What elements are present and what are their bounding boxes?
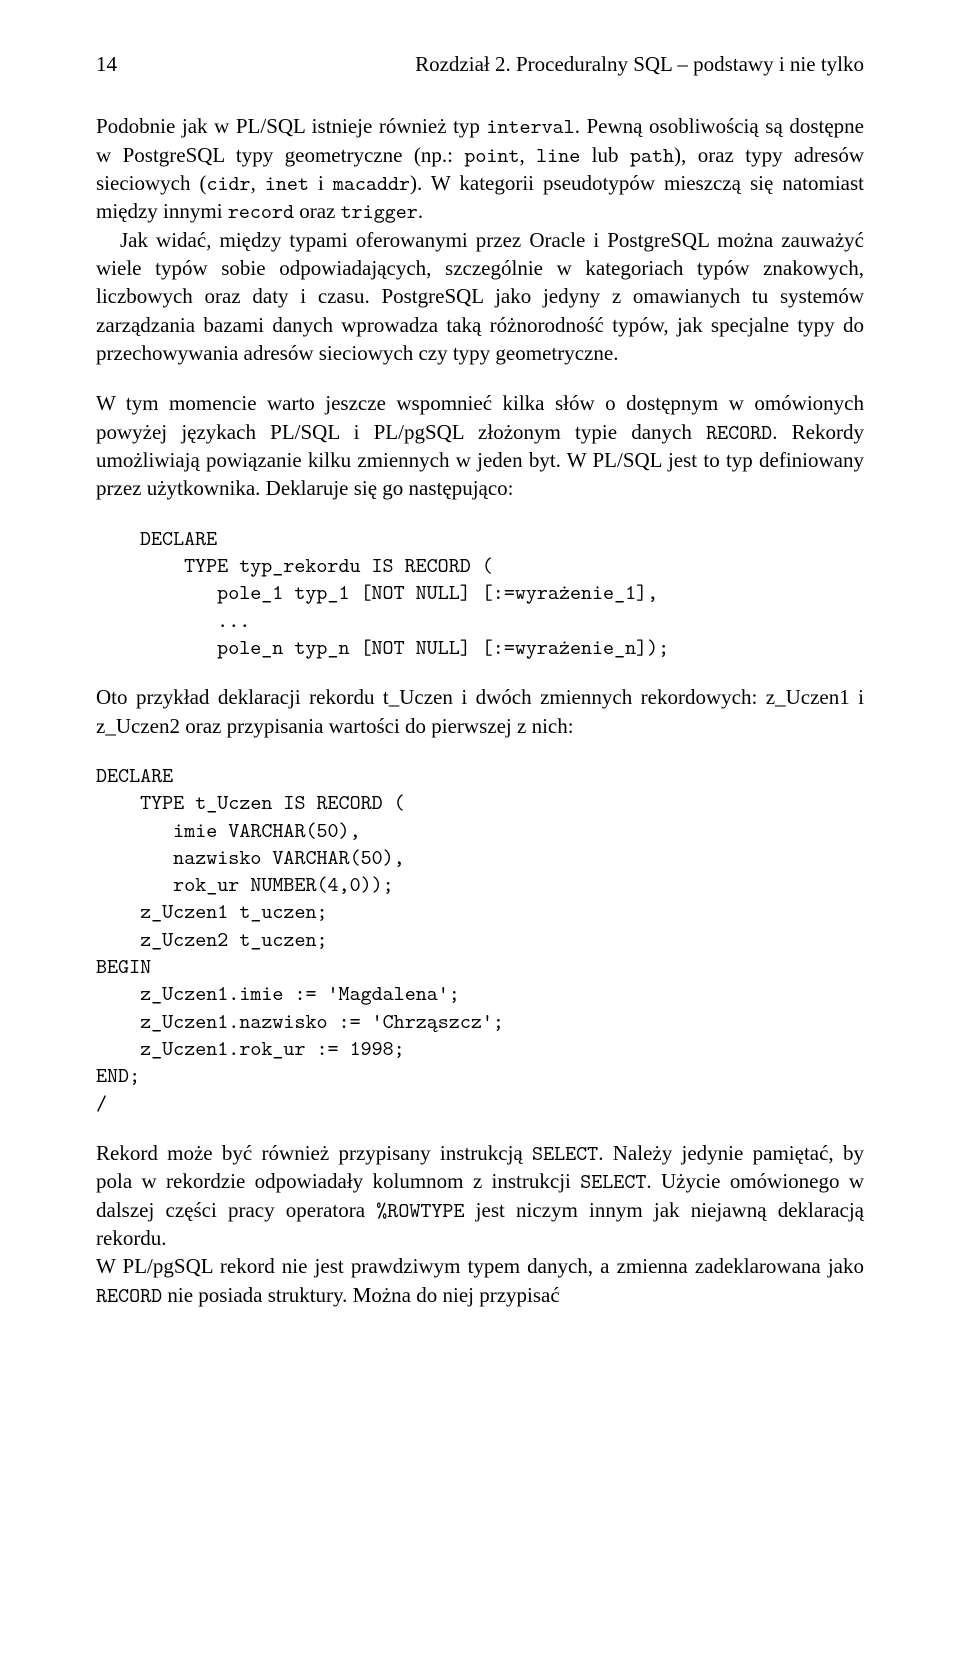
text: nie posiada struktury. Można do niej prz…: [162, 1283, 560, 1307]
text: i: [309, 171, 333, 195]
text: Uczen i dwóch zmiennych rekordowych: z: [399, 685, 775, 709]
paragraph-6: W PL/pgSQL rekord nie jest prawdziwym ty…: [96, 1252, 864, 1309]
code-block-declare-template: DECLARE TYPE typ_rekordu IS RECORD ( pol…: [140, 525, 864, 661]
code-inline: inet: [265, 169, 309, 197]
running-title: Rozdział 2. Proceduralny SQL – podstawy …: [415, 50, 864, 78]
code-inline: macaddr: [333, 169, 410, 197]
paragraph-4: Oto przykład deklaracji rekordu t_Uczen …: [96, 683, 864, 740]
text: lub: [580, 143, 630, 167]
code-block-example: DECLARE TYPE t_Uczen IS RECORD ( imie VA…: [96, 762, 864, 1117]
text: ,: [251, 171, 265, 195]
code-inline: cidr: [206, 169, 250, 197]
text: Rekord może być również przypisany instr…: [96, 1141, 532, 1165]
underscore: _: [105, 714, 116, 738]
code-inline: trigger: [341, 197, 418, 225]
text: ,: [519, 143, 536, 167]
page: 14 Rozdział 2. Proceduralny SQL – podsta…: [0, 0, 960, 1369]
text: W PL/pgSQL rekord nie jest prawdziwym ty…: [96, 1254, 864, 1278]
underscore: _: [775, 685, 786, 709]
underscore: _: [389, 685, 400, 709]
code-inline: %ROWTYPE: [376, 1196, 464, 1224]
page-number: 14: [96, 50, 117, 78]
text: .: [418, 199, 423, 223]
text: Uczen2 oraz przypisania wartości do pier…: [116, 714, 574, 738]
code-inline: record: [228, 197, 294, 225]
code-inline: RECORD: [706, 418, 772, 446]
code-inline: line: [536, 141, 580, 169]
code-inline: interval: [486, 112, 574, 140]
paragraph-5: Rekord może być również przypisany instr…: [96, 1139, 864, 1252]
paragraph-1: Podobnie jak w PL/SQL istnieje również t…: [96, 112, 864, 225]
text: Oto przykład deklaracji rekordu t: [96, 685, 389, 709]
code-inline: SELECT: [580, 1167, 646, 1195]
code-inline: RECORD: [96, 1281, 162, 1309]
text: oraz: [294, 199, 341, 223]
code-inline: path: [630, 141, 674, 169]
text: Podobnie jak w PL/SQL istnieje również t…: [96, 114, 486, 138]
paragraph-2: Jak widać, między typami oferowanymi prz…: [96, 226, 864, 368]
code-inline: SELECT: [532, 1139, 598, 1167]
code-inline: point: [464, 141, 519, 169]
running-header: 14 Rozdział 2. Proceduralny SQL – podsta…: [96, 50, 864, 78]
paragraph-3: W tym momencie warto jeszcze wspomnieć k…: [96, 389, 864, 502]
